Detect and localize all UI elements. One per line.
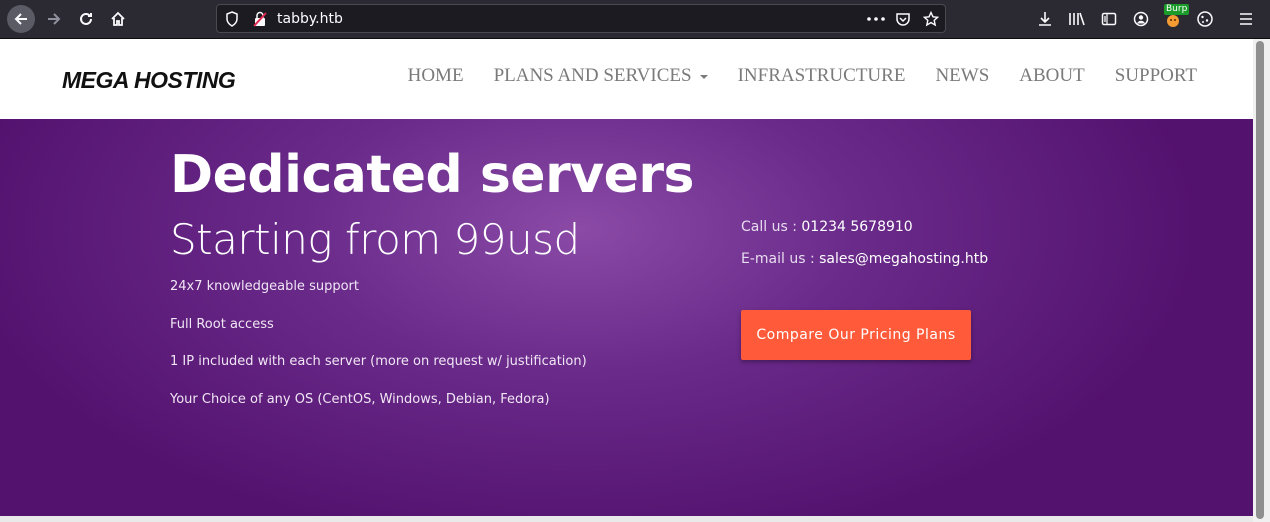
nav-home[interactable]: HOME xyxy=(408,65,464,87)
reload-button[interactable] xyxy=(72,5,100,33)
phone-number: 01234 5678910 xyxy=(801,219,913,235)
nav-plans-and-services[interactable]: PLANS AND SERVICES xyxy=(494,65,708,87)
feature-item: 24x7 knowledgeable support xyxy=(170,279,359,294)
nav-news[interactable]: NEWS xyxy=(935,65,989,87)
page-scrollbar[interactable] xyxy=(1253,39,1270,522)
pocket-icon[interactable] xyxy=(895,11,911,27)
arrow-right-icon xyxy=(48,13,61,25)
back-button[interactable] xyxy=(7,5,35,33)
nav-support[interactable]: SUPPORT xyxy=(1115,65,1197,87)
sidebar-icon[interactable] xyxy=(1099,9,1119,29)
cookie-extension-icon[interactable] xyxy=(1195,9,1215,29)
nav-about[interactable]: ABOUT xyxy=(1019,65,1084,87)
hero-subtitle: Starting from 99usd xyxy=(170,215,580,264)
site-header: MEGA HOSTING HOME PLANS AND SERVICES INF… xyxy=(0,39,1253,119)
email-label: E-mail us : xyxy=(741,251,820,267)
downloads-icon[interactable] xyxy=(1035,9,1055,29)
main-nav: HOME PLANS AND SERVICES INFRASTRUCTURE N… xyxy=(408,65,1197,87)
arrow-left-icon xyxy=(14,13,27,25)
web-page: MEGA HOSTING HOME PLANS AND SERVICES INF… xyxy=(0,39,1253,516)
menu-hamburger-icon[interactable] xyxy=(1236,9,1256,29)
email-address[interactable]: sales@megahosting.htb xyxy=(819,251,988,267)
hero-section: Dedicated servers Starting from 99usd 24… xyxy=(0,119,1253,516)
hero-title: Dedicated servers xyxy=(170,145,694,205)
url-bar[interactable]: tabby.htb xyxy=(216,4,946,33)
nav-plans-label: PLANS AND SERVICES xyxy=(493,65,692,86)
insecure-lock-icon[interactable] xyxy=(253,11,267,27)
forward-button[interactable] xyxy=(40,5,68,33)
shield-icon[interactable] xyxy=(225,11,239,27)
phone-label: Call us : xyxy=(741,219,802,235)
site-logo[interactable]: MEGA HOSTING xyxy=(62,67,236,94)
more-actions-icon[interactable] xyxy=(867,17,885,21)
contact-email: E-mail us : sales@megahosting.htb xyxy=(741,251,988,267)
bookmark-star-icon[interactable] xyxy=(923,11,939,27)
contact-phone: Call us : 01234 5678910 xyxy=(741,219,913,235)
home-button[interactable] xyxy=(104,5,132,33)
burp-badge: Burp xyxy=(1164,4,1190,15)
compare-pricing-button[interactable]: Compare Our Pricing Plans xyxy=(741,310,971,360)
caret-down-icon xyxy=(699,74,708,79)
account-icon[interactable] xyxy=(1131,9,1151,29)
feature-item: Your Choice of any OS (CentOS, Windows, … xyxy=(170,392,550,407)
scrollbar-thumb[interactable] xyxy=(1256,41,1264,519)
feature-item: Full Root access xyxy=(170,317,274,332)
browser-toolbar: tabby.htb Burp xyxy=(0,0,1270,39)
url-text[interactable]: tabby.htb xyxy=(277,11,343,27)
feature-item: 1 IP included with each server (more on … xyxy=(170,354,587,369)
reload-icon xyxy=(80,12,92,25)
nav-infrastructure[interactable]: INFRASTRUCTURE xyxy=(738,65,906,87)
home-icon xyxy=(111,11,125,26)
library-icon[interactable] xyxy=(1067,9,1087,29)
